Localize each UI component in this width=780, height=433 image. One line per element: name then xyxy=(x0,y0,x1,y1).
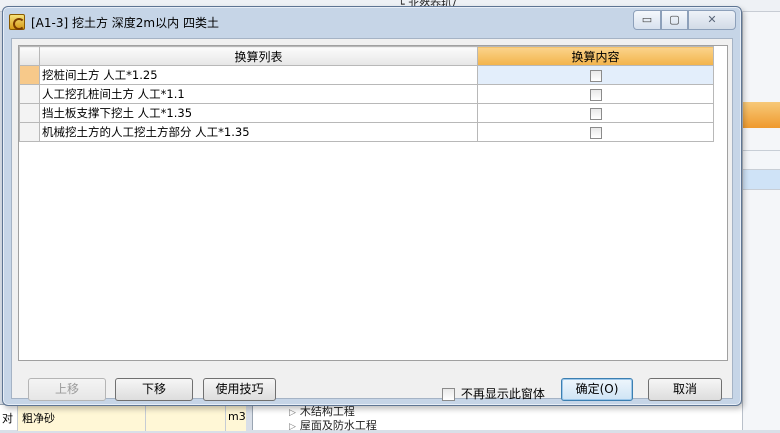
background-tree: ▷ 木结构工程 ▷ 屋面及防水工程 xyxy=(252,404,742,433)
row-indicator[interactable] xyxy=(19,65,40,85)
conversion-checkbox[interactable] xyxy=(589,88,602,101)
conversion-item-name: 挡土板支撑下挖土 人工*1.35 xyxy=(39,103,478,123)
move-down-button[interactable]: 下移 xyxy=(115,378,193,401)
dont-show-again-label: 不再显示此窗体 xyxy=(460,387,545,401)
conversion-checkbox-cell xyxy=(477,122,714,142)
background-cell-text: 对 xyxy=(2,412,13,425)
conversion-checkbox[interactable] xyxy=(589,126,602,139)
table-row[interactable]: 机械挖土方的人工挖土方部分 人工*1.35 xyxy=(19,122,714,142)
conversion-checkbox[interactable] xyxy=(589,69,602,82)
tree-node[interactable]: ▷ 屋面及防水工程 xyxy=(289,417,377,433)
conversion-item-name: 人工挖孔桩间土方 人工*1.1 xyxy=(39,84,478,104)
conversion-checkbox-cell xyxy=(477,65,714,85)
dialog-title: [A1-3] 挖土方 深度2m以内 四类土 xyxy=(31,16,219,30)
expand-arrow-icon: ▷ xyxy=(289,422,296,432)
background-cell-text: 粗净砂 xyxy=(22,412,55,425)
table-row[interactable]: 挖桩间土方 人工*1.25 xyxy=(19,65,714,85)
background-cell: 粗净砂 xyxy=(18,405,146,431)
tree-node-label: 屋面及防水工程 xyxy=(299,419,377,432)
background-right-row xyxy=(743,150,780,170)
conversion-checkbox-cell xyxy=(477,103,714,123)
conversion-checkbox[interactable] xyxy=(589,107,602,120)
conversion-dialog: [A1-3] 挖土方 深度2m以内 四类土 ▭ ▢ ✕ 换算列表 换算内容 挖桩… xyxy=(2,6,742,406)
column-header-conversion-content[interactable]: 换算内容 xyxy=(477,46,714,66)
cancel-button[interactable]: 取消 xyxy=(648,378,722,401)
minimize-button[interactable]: ▭ xyxy=(633,10,661,30)
table-row[interactable]: 人工挖孔桩间土方 人工*1.1 xyxy=(19,84,714,104)
usage-tips-button[interactable]: 使用技巧 xyxy=(203,378,276,401)
conversion-item-name: 挖桩间土方 人工*1.25 xyxy=(39,65,478,85)
background-cell: m3 xyxy=(226,405,246,431)
row-indicator-header xyxy=(19,46,40,66)
table-row[interactable]: 挡土板支撑下挖土 人工*1.35 xyxy=(19,103,714,123)
background-right-header xyxy=(743,102,780,128)
table-header-row: 换算列表 换算内容 xyxy=(19,46,714,66)
background-material-row[interactable]: 对 粗净砂 m3 xyxy=(0,404,246,431)
close-button[interactable]: ✕ xyxy=(688,10,736,30)
dont-show-again-checkbox[interactable] xyxy=(442,388,455,401)
row-indicator[interactable] xyxy=(19,103,40,123)
background-cell-text: m3 xyxy=(228,410,246,423)
background-cell xyxy=(146,405,226,431)
background-right-row-selected xyxy=(743,170,780,190)
conversion-grid: 换算列表 换算内容 挖桩间土方 人工*1.25 人工挖孔桩间土方 人工*1.1 挡土… xyxy=(18,45,728,361)
window-controls: ▭ ▢ ✕ xyxy=(633,10,739,32)
dont-show-again-option[interactable]: 不再显示此窗体 xyxy=(442,385,545,402)
row-indicator[interactable] xyxy=(19,84,40,104)
row-indicator[interactable] xyxy=(19,122,40,142)
move-up-button[interactable]: 上移 xyxy=(28,378,106,401)
maximize-button[interactable]: ▢ xyxy=(661,10,688,30)
ok-button[interactable]: 确定(O) xyxy=(561,378,633,401)
conversion-item-name: 机械挖土方的人工挖土方部分 人工*1.35 xyxy=(39,122,478,142)
background-right-panel xyxy=(742,12,780,430)
app-icon xyxy=(9,14,25,30)
dialog-client-area: 换算列表 换算内容 挖桩间土方 人工*1.25 人工挖孔桩间土方 人工*1.1 挡土… xyxy=(11,38,733,402)
column-header-conversion-list[interactable]: 换算列表 xyxy=(39,46,478,66)
dialog-titlebar[interactable]: [A1-3] 挖土方 深度2m以内 四类土 ▭ ▢ ✕ xyxy=(3,7,741,37)
conversion-checkbox-cell xyxy=(477,84,714,104)
background-cell: 对 xyxy=(0,405,18,431)
conversion-table: 换算列表 换算内容 挖桩间土方 人工*1.25 人工挖孔桩间土方 人工*1.1 挡土… xyxy=(19,46,714,142)
